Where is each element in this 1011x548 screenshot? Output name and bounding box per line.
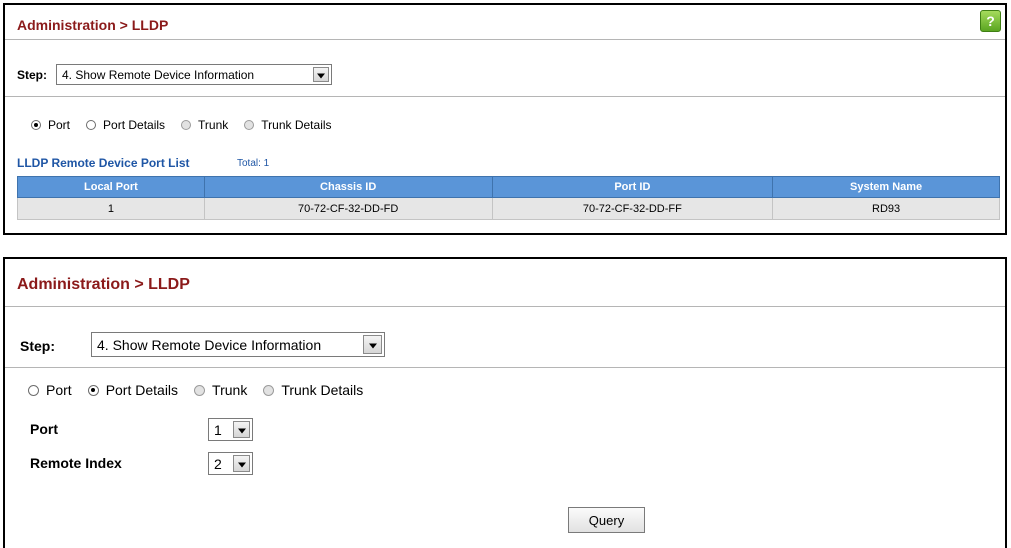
- radio-port-details[interactable]: Port Details: [86, 118, 165, 132]
- query-button[interactable]: Query: [568, 507, 645, 533]
- radio-port-details[interactable]: Port Details: [87, 382, 179, 398]
- step-label: Step:: [17, 68, 47, 82]
- page-title: Administration > LLDP: [17, 17, 169, 33]
- radio-dot[interactable]: [244, 120, 255, 130]
- chevron-down-icon[interactable]: [363, 335, 382, 354]
- divider: [5, 367, 1005, 368]
- radio-trunk[interactable]: Trunk: [194, 382, 247, 398]
- radio-label: Port: [46, 382, 72, 398]
- lldp-port-panel: Administration > LLDP ? Step: 4. Show Re…: [3, 3, 1007, 235]
- cell-system-name: RD93: [772, 197, 1000, 220]
- radio-trunk[interactable]: Trunk: [181, 118, 228, 132]
- radio-port[interactable]: Port: [31, 118, 70, 132]
- total-count: Total: 1: [237, 158, 270, 169]
- step-select[interactable]: 4. Show Remote Device Information: [56, 64, 332, 85]
- radio-label: Port: [48, 118, 71, 132]
- remote-index-label: Remote Index: [30, 455, 122, 471]
- chevron-down-icon[interactable]: [313, 67, 329, 82]
- radio-label: Trunk Details: [261, 118, 332, 132]
- table-row: 1 70-72-CF-32-DD-FD 70-72-CF-32-DD-FF RD…: [17, 197, 1000, 220]
- view-mode-radios: Port Port Details Trunk Trunk Details: [31, 118, 348, 132]
- remote-device-port-table: Local Port Chassis ID Port ID System Nam…: [17, 176, 1000, 220]
- view-mode-radios: Port Port Details Trunk Trunk Details: [28, 382, 379, 398]
- column-header: System Name: [772, 176, 1000, 198]
- port-select-value: 1: [214, 421, 222, 438]
- radio-port[interactable]: Port: [28, 382, 72, 398]
- remote-index-select[interactable]: 2: [208, 452, 253, 475]
- step-select-value: 4. Show Remote Device Information: [62, 67, 255, 82]
- column-header: Chassis ID: [203, 176, 493, 198]
- step-label: Step:: [20, 338, 55, 354]
- radio-dot[interactable]: [181, 120, 192, 130]
- radio-dot[interactable]: [31, 120, 41, 130]
- column-header: Port ID: [491, 176, 774, 198]
- divider: [5, 96, 1005, 97]
- cell-chassis-id: 70-72-CF-32-DD-FD: [203, 197, 493, 220]
- step-select-value: 4. Show Remote Device Information: [97, 336, 322, 353]
- radio-label: Trunk: [212, 382, 248, 398]
- step-select[interactable]: 4. Show Remote Device Information: [91, 332, 385, 357]
- chevron-down-icon[interactable]: [233, 455, 250, 472]
- list-title: LLDP Remote Device Port List: [17, 156, 190, 170]
- radio-dot[interactable]: [263, 384, 275, 396]
- radio-dot[interactable]: [87, 384, 99, 396]
- radio-label: Port Details: [105, 382, 179, 398]
- divider: [5, 39, 1005, 40]
- table-header-row: Local Port Chassis ID Port ID System Nam…: [17, 176, 1000, 198]
- remote-index-select-value: 2: [214, 455, 222, 472]
- radio-dot[interactable]: [28, 384, 39, 396]
- column-header: Local Port: [17, 176, 205, 198]
- cell-port-id: 70-72-CF-32-DD-FF: [491, 197, 774, 220]
- radio-trunk-details[interactable]: Trunk Details: [244, 118, 332, 132]
- radio-label: Trunk Details: [281, 382, 364, 398]
- radio-label: Port Details: [103, 118, 166, 132]
- chevron-down-icon[interactable]: [233, 421, 250, 438]
- radio-dot[interactable]: [86, 120, 97, 130]
- radio-trunk-details[interactable]: Trunk Details: [263, 382, 363, 398]
- lldp-port-details-panel: Administration > LLDP Step: 4. Show Remo…: [3, 257, 1007, 548]
- divider: [5, 306, 1005, 307]
- help-icon[interactable]: ?: [980, 10, 1001, 32]
- port-select[interactable]: 1: [208, 418, 253, 441]
- page-title: Administration > LLDP: [17, 276, 190, 293]
- radio-label: Trunk: [198, 118, 229, 132]
- radio-dot[interactable]: [194, 384, 206, 396]
- port-label: Port: [30, 421, 58, 437]
- cell-local-port: 1: [17, 197, 205, 220]
